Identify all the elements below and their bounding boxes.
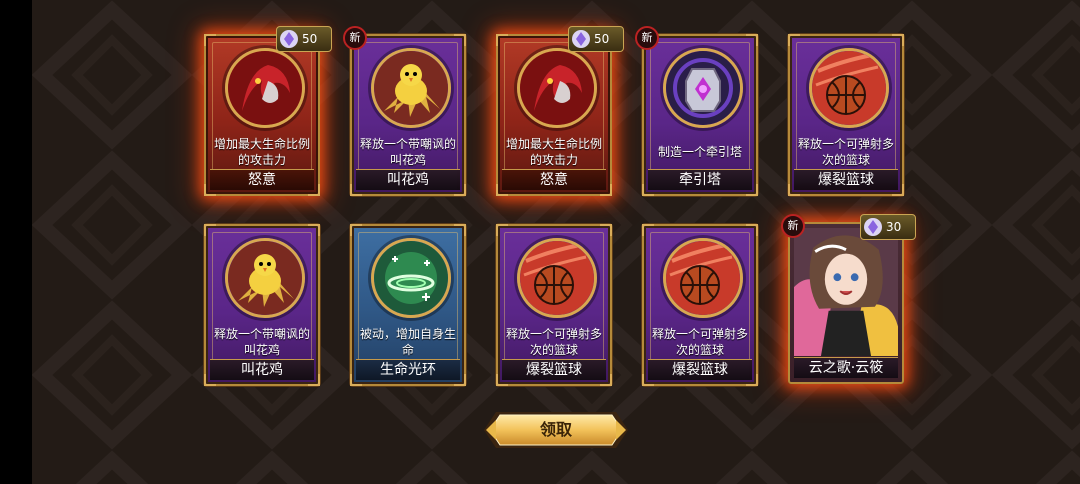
life-aura-icon: [371, 238, 451, 318]
claim-button[interactable]: 领取: [482, 409, 630, 451]
card-name: 爆裂篮球: [502, 359, 606, 380]
price-value: 30: [886, 220, 902, 234]
crystal-currency-icon: [572, 30, 590, 48]
price-badge: 30: [860, 214, 916, 240]
card-description: 释放一个可弹射多次的篮球: [797, 137, 894, 167]
price-badge: 50: [568, 26, 624, 52]
card-name: 云之歌·云筱: [794, 357, 898, 378]
hero-card-yun-xiao[interactable]: 云之歌·云筱: [788, 222, 904, 384]
card-name: 叫花鸡: [210, 359, 314, 380]
card-name: 牵引塔: [648, 169, 752, 190]
taunt-chick-icon: [225, 238, 305, 318]
taunt-chick-icon: [371, 48, 451, 128]
card-description: 被动，增加自身生命: [359, 327, 456, 357]
skill-card-taunt-chick-1[interactable]: 释放一个带嘲讽的叫花鸡 叫花鸡: [350, 34, 466, 196]
card-description: 增加最大生命比例的攻击力: [505, 137, 602, 167]
card-description: 释放一个带嘲讽的叫花鸡: [213, 327, 310, 357]
crystal-currency-icon: [280, 30, 298, 48]
skill-card-rage-1[interactable]: 增加最大生命比例的攻击力 怒意: [204, 34, 320, 196]
basketball-icon: [809, 48, 889, 128]
card-name: 叫花鸡: [356, 169, 460, 190]
skill-card-traction-tower[interactable]: 制造一个牵引塔 牵引塔: [642, 34, 758, 196]
crystal-currency-icon: [864, 218, 882, 236]
skill-card-basketball-3[interactable]: 释放一个可弹射多次的篮球 爆裂篮球: [642, 224, 758, 386]
new-badge: 新: [343, 26, 367, 50]
rage-demon-icon: [517, 48, 597, 128]
screen-edge-bar: [0, 0, 32, 484]
card-description: 释放一个带嘲讽的叫花鸡: [359, 137, 456, 167]
traction-tower-icon: [663, 48, 743, 128]
card-name: 怒意: [210, 169, 314, 190]
claim-button-label: 领取: [539, 420, 572, 439]
card-description: 增加最大生命比例的攻击力: [213, 137, 310, 167]
skill-card-taunt-chick-2[interactable]: 释放一个带嘲讽的叫花鸡 叫花鸡: [204, 224, 320, 386]
price-value: 50: [302, 32, 318, 46]
card-description: 制造一个牵引塔: [657, 145, 742, 159]
card-name: 爆裂篮球: [648, 359, 752, 380]
card-description: 释放一个可弹射多次的篮球: [651, 327, 748, 357]
skill-card-life-aura[interactable]: 被动，增加自身生命 生命光环: [350, 224, 466, 386]
rage-demon-icon: [225, 48, 305, 128]
price-value: 50: [594, 32, 610, 46]
price-badge: 50: [276, 26, 332, 52]
basketball-icon: [517, 238, 597, 318]
hero-portrait-icon: [794, 228, 898, 356]
card-name: 生命光环: [356, 359, 460, 380]
card-description: 释放一个可弹射多次的篮球: [505, 327, 602, 357]
card-name: 爆裂篮球: [794, 169, 898, 190]
skill-card-rage-2[interactable]: 增加最大生命比例的攻击力 怒意: [496, 34, 612, 196]
skill-card-basketball-2[interactable]: 释放一个可弹射多次的篮球 爆裂篮球: [496, 224, 612, 386]
new-badge: 新: [635, 26, 659, 50]
new-badge: 新: [781, 214, 805, 238]
skill-card-basketball-1[interactable]: 释放一个可弹射多次的篮球 爆裂篮球: [788, 34, 904, 196]
card-name: 怒意: [502, 169, 606, 190]
basketball-icon: [663, 238, 743, 318]
